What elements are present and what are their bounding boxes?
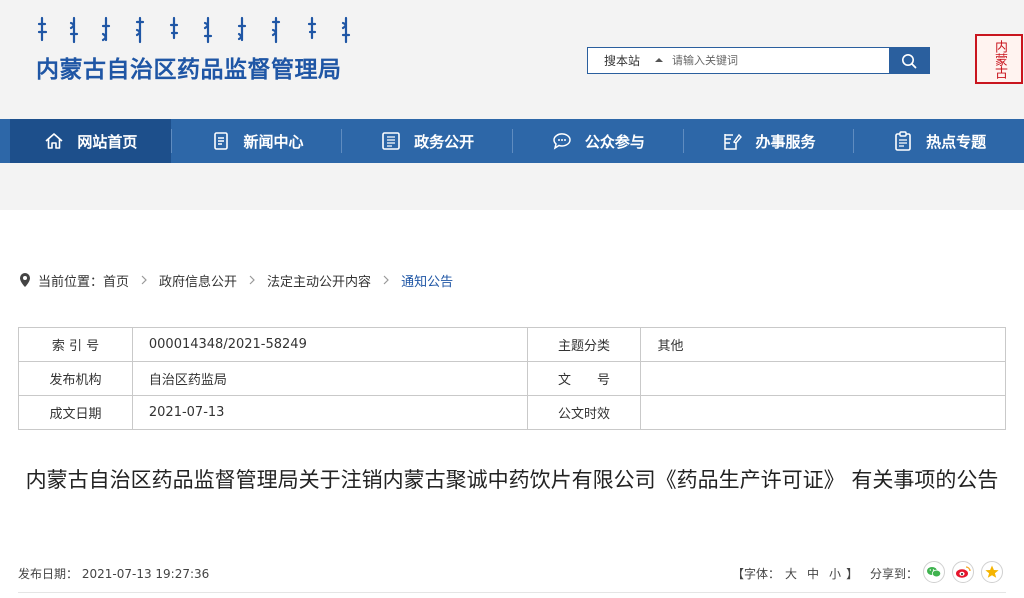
search-scope-label: 搜本站 <box>604 54 641 68</box>
font-size-prefix: 【字体： <box>732 567 781 581</box>
news-icon <box>210 130 232 152</box>
info-key: 发布机构 <box>18 361 133 396</box>
chat-icon <box>551 130 573 152</box>
banner-band <box>0 163 1024 210</box>
nav-label: 新闻中心 <box>243 132 304 151</box>
publish-label: 发布日期： <box>18 567 79 581</box>
info-key: 公文时效 <box>526 395 642 430</box>
breadcrumb: 当前位置： 首页 政府信息公开 法定主动公开内容 通知公告 <box>18 270 453 290</box>
search-icon <box>902 53 917 68</box>
font-size-suffix: 】 <box>846 567 859 581</box>
seal-logo: 内蒙古 <box>975 34 1023 84</box>
table-row: 索 引 号 000014348/2021-58249 主题分类 其他 <box>18 327 1006 362</box>
font-size-control: 【字体： 大中小】 <box>732 565 858 582</box>
nav-label: 政务公开 <box>414 132 475 151</box>
divider <box>18 592 1006 593</box>
seal-text: 内蒙古 <box>992 39 1007 79</box>
article-title: 内蒙古自治区药品监督管理局关于注销内蒙古聚诚中药饮片有限公司《药品生产许可证》 … <box>25 468 999 492</box>
clipboard-icon <box>892 130 914 152</box>
chevron-right-icon <box>141 275 147 285</box>
search-button[interactable] <box>889 48 929 73</box>
breadcrumb-statutory[interactable]: 法定主动公开内容 <box>267 271 371 290</box>
publish-date: 2021-07-13 19:27:36 <box>81 567 210 581</box>
nav-news[interactable]: 新闻中心 <box>172 119 342 163</box>
chevron-right-icon <box>249 275 255 285</box>
document-info-table: 索 引 号 000014348/2021-58249 主题分类 其他 发布机构 … <box>18 327 1006 430</box>
info-value: 2021-07-13 <box>131 395 528 430</box>
site-title[interactable]: 内蒙古自治区药品监督管理局 <box>36 50 342 84</box>
favorite-share-button[interactable] <box>981 561 1003 583</box>
mongolian-script-logo <box>37 16 351 44</box>
nav-public-participation[interactable]: 公众参与 <box>513 119 683 163</box>
font-medium-button[interactable]: 中 <box>807 567 819 581</box>
info-key: 成文日期 <box>18 395 133 430</box>
nav-label: 网站首页 <box>77 132 138 151</box>
breadcrumb-prefix: 当前位置： <box>38 274 104 290</box>
breadcrumb-home[interactable]: 首页 <box>103 271 129 290</box>
info-value: 其他 <box>640 327 1006 362</box>
search-input[interactable] <box>672 48 888 73</box>
info-key: 主题分类 <box>526 327 642 362</box>
search-scope-select[interactable]: 搜本站 <box>588 48 670 73</box>
publish-meta: 发布日期： 2021-07-13 19:27:36 <box>18 565 209 582</box>
main-nav: 网站首页 新闻中心 政务公开 公众参与 办事服务 热点专题 <box>0 119 1024 163</box>
document-icon <box>380 130 402 152</box>
weibo-icon <box>956 566 971 578</box>
edit-icon <box>721 130 743 152</box>
breadcrumb-notices[interactable]: 通知公告 <box>401 271 453 290</box>
nav-label: 办事服务 <box>755 132 816 151</box>
nav-label: 公众参与 <box>584 132 645 151</box>
nav-home[interactable]: 网站首页 <box>10 119 171 163</box>
search-bar: 搜本站 <box>587 47 930 74</box>
info-key: 文 号 <box>526 361 642 396</box>
font-small-button[interactable]: 小 <box>829 567 841 581</box>
location-pin-icon <box>18 272 32 288</box>
info-value <box>640 395 1006 430</box>
chevron-right-icon <box>383 275 389 285</box>
share-label: 分享到： <box>870 567 919 581</box>
table-row: 发布机构 自治区药监局 文 号 <box>18 361 1006 396</box>
site-header: 内蒙古自治区药品监督管理局 搜本站 内蒙古 <box>0 0 1024 119</box>
font-large-button[interactable]: 大 <box>785 567 797 581</box>
weibo-share-button[interactable] <box>952 561 974 583</box>
wechat-icon <box>927 567 942 578</box>
star-icon <box>985 565 999 578</box>
info-value <box>640 361 1006 396</box>
table-row: 成文日期 2021-07-13 公文时效 <box>18 395 1006 430</box>
breadcrumb-gov-info[interactable]: 政府信息公开 <box>159 271 237 290</box>
nav-hot-topics[interactable]: 热点专题 <box>854 119 1024 163</box>
info-value: 自治区药监局 <box>131 361 528 396</box>
nav-gov-affairs[interactable]: 政务公开 <box>342 119 512 163</box>
caret-up-icon <box>655 58 663 62</box>
nav-label: 热点专题 <box>926 132 987 151</box>
info-value: 000014348/2021-58249 <box>131 327 528 362</box>
home-icon <box>43 130 65 152</box>
nav-services[interactable]: 办事服务 <box>684 119 854 163</box>
info-key: 索 引 号 <box>18 327 133 362</box>
wechat-share-button[interactable] <box>923 561 945 583</box>
